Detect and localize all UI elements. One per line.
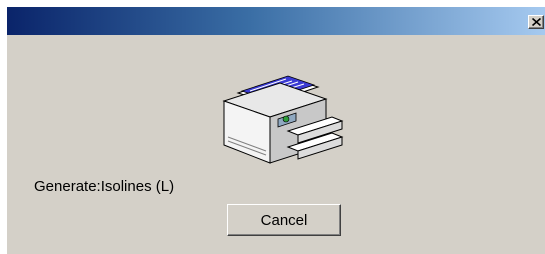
printer-icon [216,71,346,171]
title-bar[interactable] [7,7,545,35]
progress-dialog: Generate:Isolines (L) Cancel [6,6,545,254]
close-button[interactable] [528,15,544,29]
status-message: Generate:Isolines (L) [34,178,175,195]
close-icon [532,18,541,26]
cancel-button[interactable]: Cancel [227,204,341,236]
